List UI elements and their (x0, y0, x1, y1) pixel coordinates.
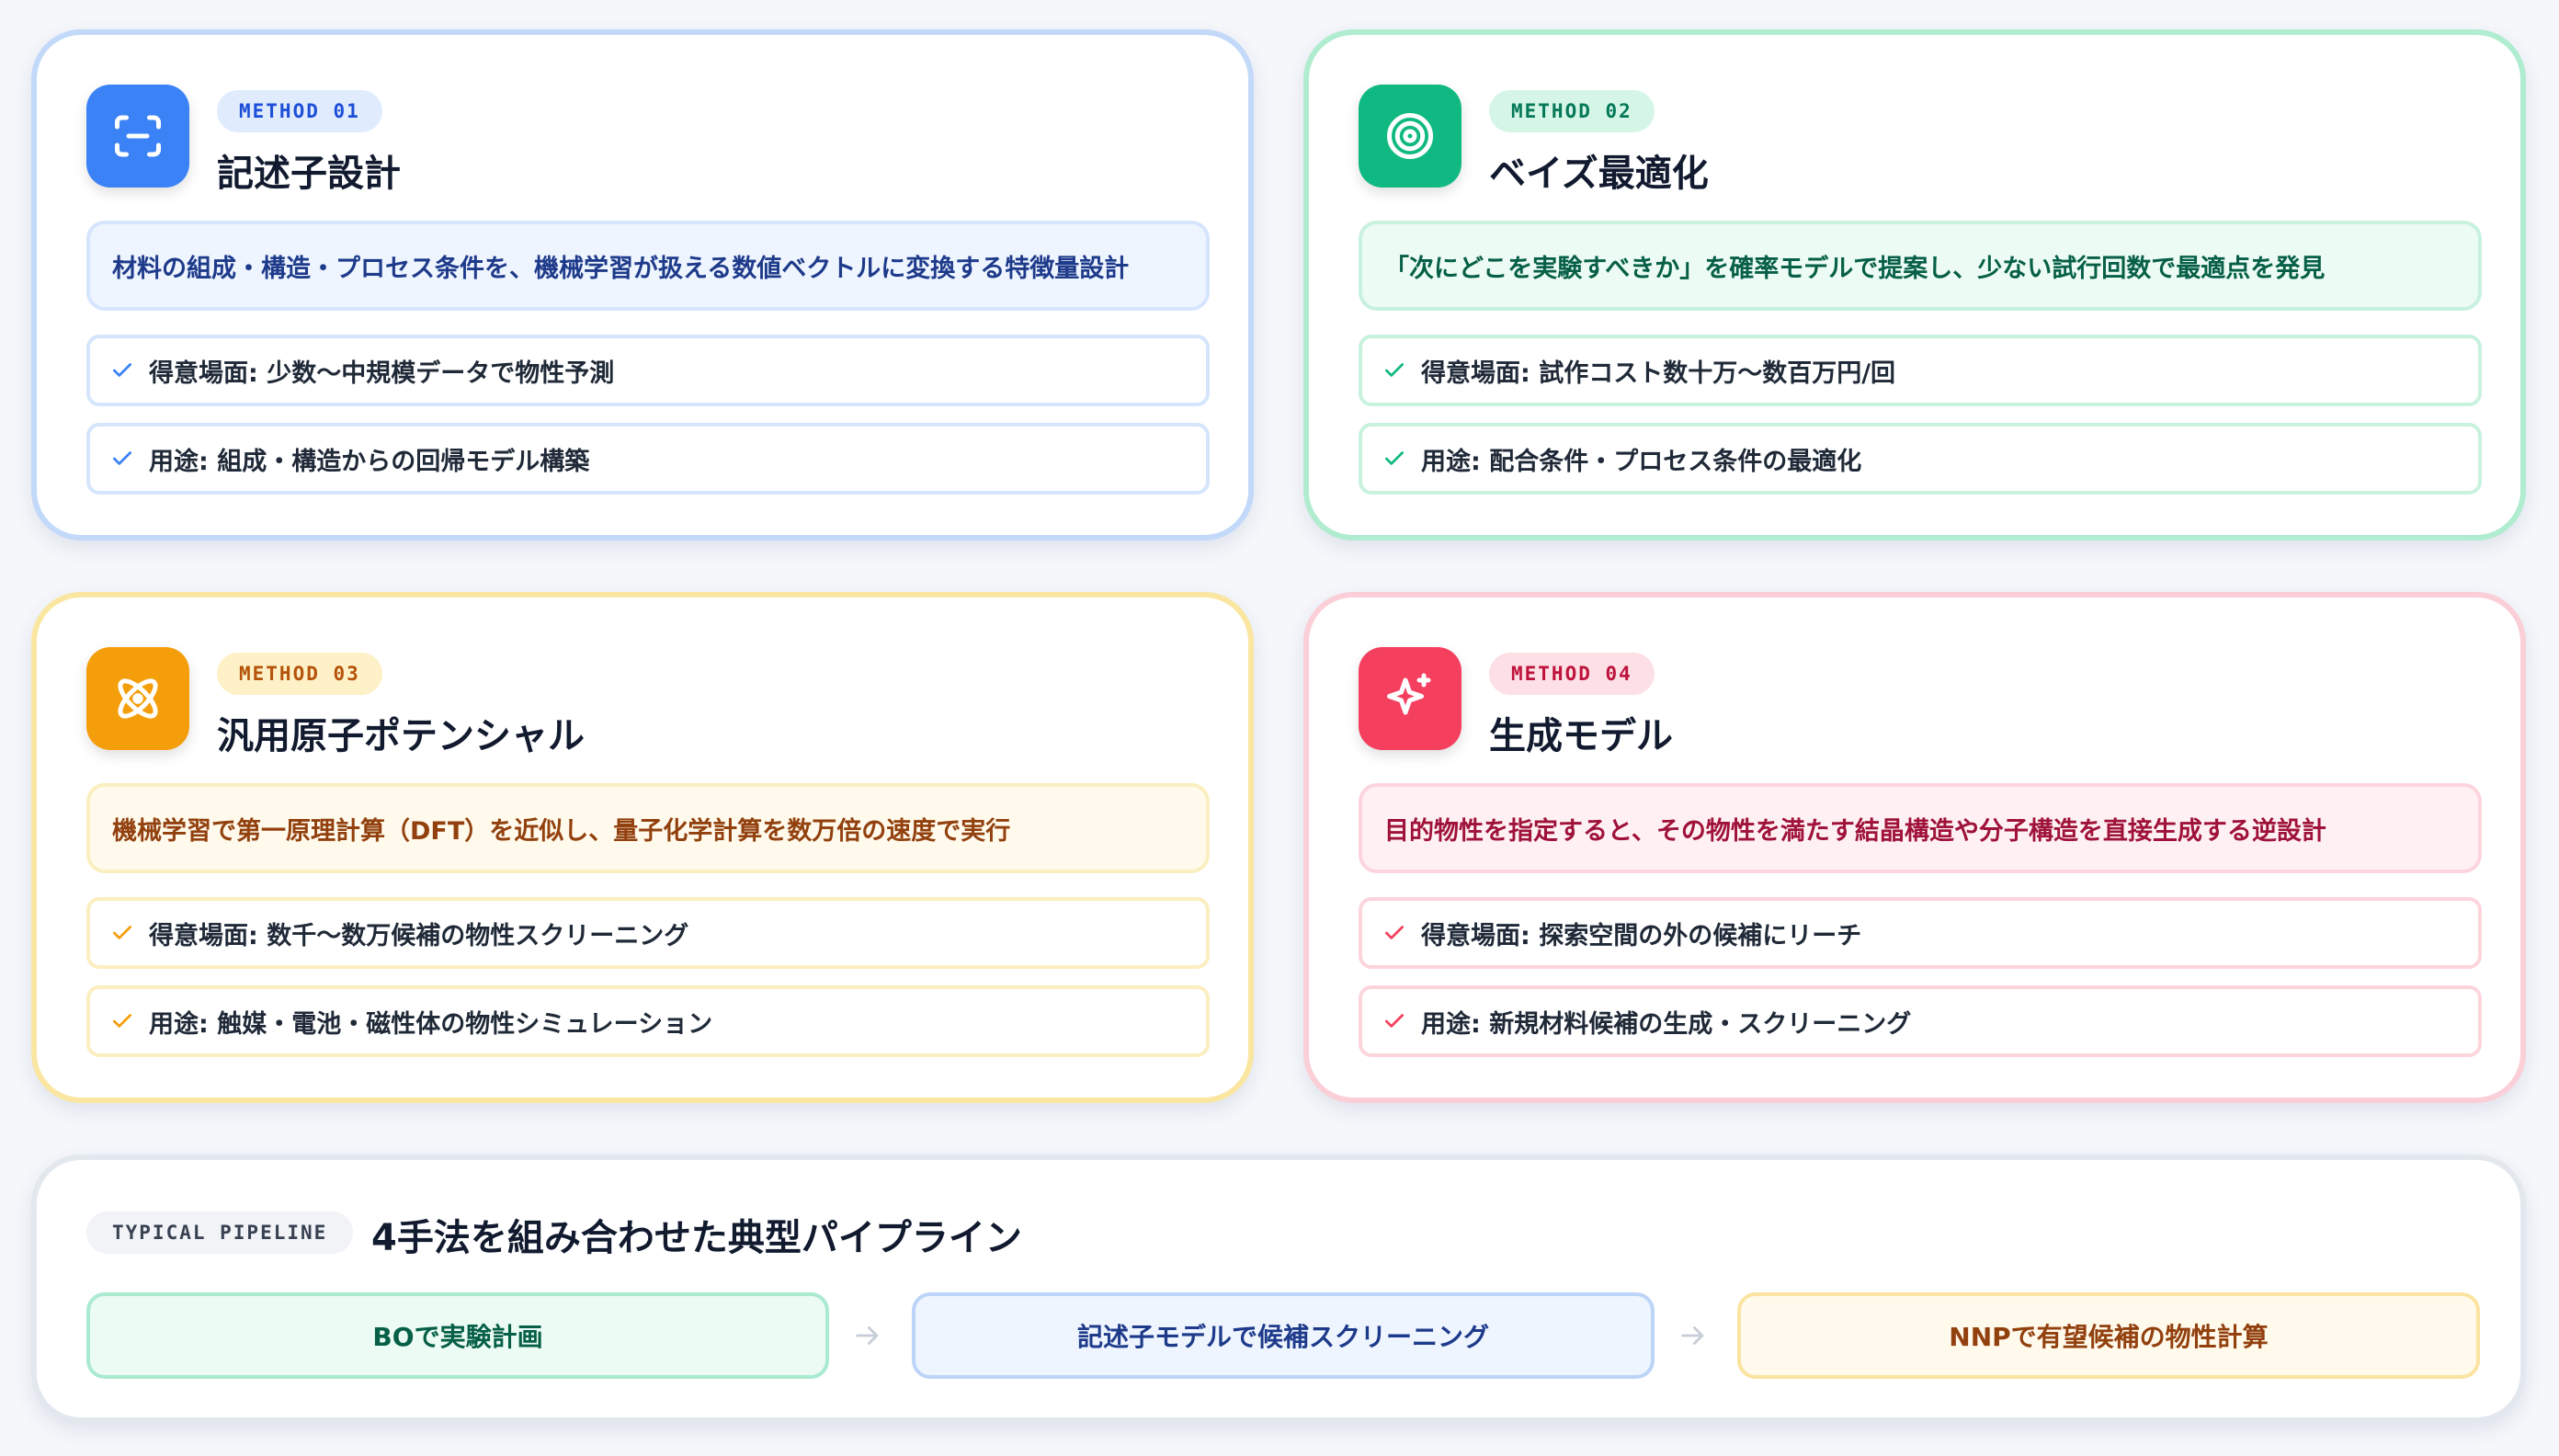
strength-text: 得意場面: 少数〜中規模データで物性予測 (149, 358, 615, 388)
method-badge: METHOD 04 (1489, 653, 1655, 695)
pipeline-badge: TYPICAL PIPELINE (86, 1211, 354, 1254)
scan-icon (86, 85, 189, 188)
sparkles-icon (1359, 647, 1461, 750)
use-item: 用途: 新規材料候補の生成・スクリーニング (1359, 985, 2482, 1057)
method-badge: METHOD 02 (1489, 90, 1655, 132)
strength-text: 得意場面: 数千〜数万候補の物性スクリーニング (149, 921, 689, 950)
arrow-right-icon (1681, 1326, 1704, 1345)
atom-icon (86, 647, 189, 750)
use-item: 用途: 配合条件・プロセス条件の最適化 (1359, 423, 2482, 495)
pipeline-title: 4手法を組み合わせた典型パイプライン (371, 1217, 1022, 1259)
strength-item: 得意場面: 試作コスト数十万〜数百万円/回 (1359, 335, 2482, 406)
method-card-generative: METHOD 04 生成モデル 目的物性を指定すると、その物性を満たす結晶構造や… (1303, 592, 2526, 1103)
use-text: 用途: 新規材料候補の生成・スクリーニング (1421, 1009, 1912, 1039)
method-card-potential: METHOD 03 汎用原子ポテンシャル 機械学習で第一原理計算（DFT）を近似… (31, 592, 1254, 1103)
pipeline-step-descriptor: 記述子モデルで候補スクリーニング (912, 1292, 1655, 1379)
method-description: 機械学習で第一原理計算（DFT）を近似し、量子化学計算を数万倍の速度で実行 (86, 783, 1210, 873)
check-icon (1384, 926, 1405, 939)
method-title: 記述子設計 (217, 153, 401, 195)
strength-item: 得意場面: 数千〜数万候補の物性スクリーニング (86, 897, 1210, 969)
strength-item: 得意場面: 探索空間の外の候補にリーチ (1359, 897, 2482, 969)
method-description: 材料の組成・構造・プロセス条件を、機械学習が扱える数値ベクトルに変換する特徴量設… (86, 221, 1210, 311)
strength-item: 得意場面: 少数〜中規模データで物性予測 (86, 335, 1210, 406)
use-item: 用途: 触媒・電池・磁性体の物性シミュレーション (86, 985, 1210, 1057)
strength-text: 得意場面: 試作コスト数十万〜数百万円/回 (1421, 358, 1896, 388)
check-icon (112, 1014, 132, 1028)
check-icon (112, 451, 132, 465)
check-icon (112, 926, 132, 939)
method-description: 「次にどこを実験すべきか」を確率モデルで提案し、少ない試行回数で最適点を発見 (1359, 221, 2482, 311)
method-description: 目的物性を指定すると、その物性を満たす結晶構造や分子構造を直接生成する逆設計 (1359, 783, 2482, 873)
method-title: 生成モデル (1489, 715, 1673, 757)
use-text: 用途: 組成・構造からの回帰モデル構築 (149, 447, 590, 476)
method-title: ベイズ最適化 (1489, 153, 1709, 195)
pipeline-panel: TYPICAL PIPELINE 4手法を組み合わせた典型パイプライン BOで実… (31, 1155, 2526, 1423)
check-icon (1384, 363, 1405, 377)
use-item: 用途: 組成・構造からの回帰モデル構築 (86, 423, 1210, 495)
check-icon (1384, 451, 1405, 465)
method-badge: METHOD 03 (217, 653, 382, 695)
arrow-right-icon (856, 1326, 879, 1345)
use-text: 用途: 配合条件・プロセス条件の最適化 (1421, 447, 1862, 476)
use-text: 用途: 触媒・電池・磁性体の物性シミュレーション (149, 1009, 713, 1039)
method-card-bayesian: METHOD 02 ベイズ最適化 「次にどこを実験すべきか」を確率モデルで提案し… (1303, 29, 2526, 540)
check-icon (1384, 1014, 1405, 1028)
target-icon (1359, 85, 1461, 188)
check-icon (112, 363, 132, 377)
strength-text: 得意場面: 探索空間の外の候補にリーチ (1421, 921, 1862, 950)
pipeline-step-bo: BOで実験計画 (86, 1292, 829, 1379)
method-card-descriptor: METHOD 01 記述子設計 材料の組成・構造・プロセス条件を、機械学習が扱え… (31, 29, 1254, 540)
pipeline-step-nnp: NNPで有望候補の物性計算 (1737, 1292, 2480, 1379)
method-title: 汎用原子ポテンシャル (217, 715, 585, 757)
method-badge: METHOD 01 (217, 90, 382, 132)
